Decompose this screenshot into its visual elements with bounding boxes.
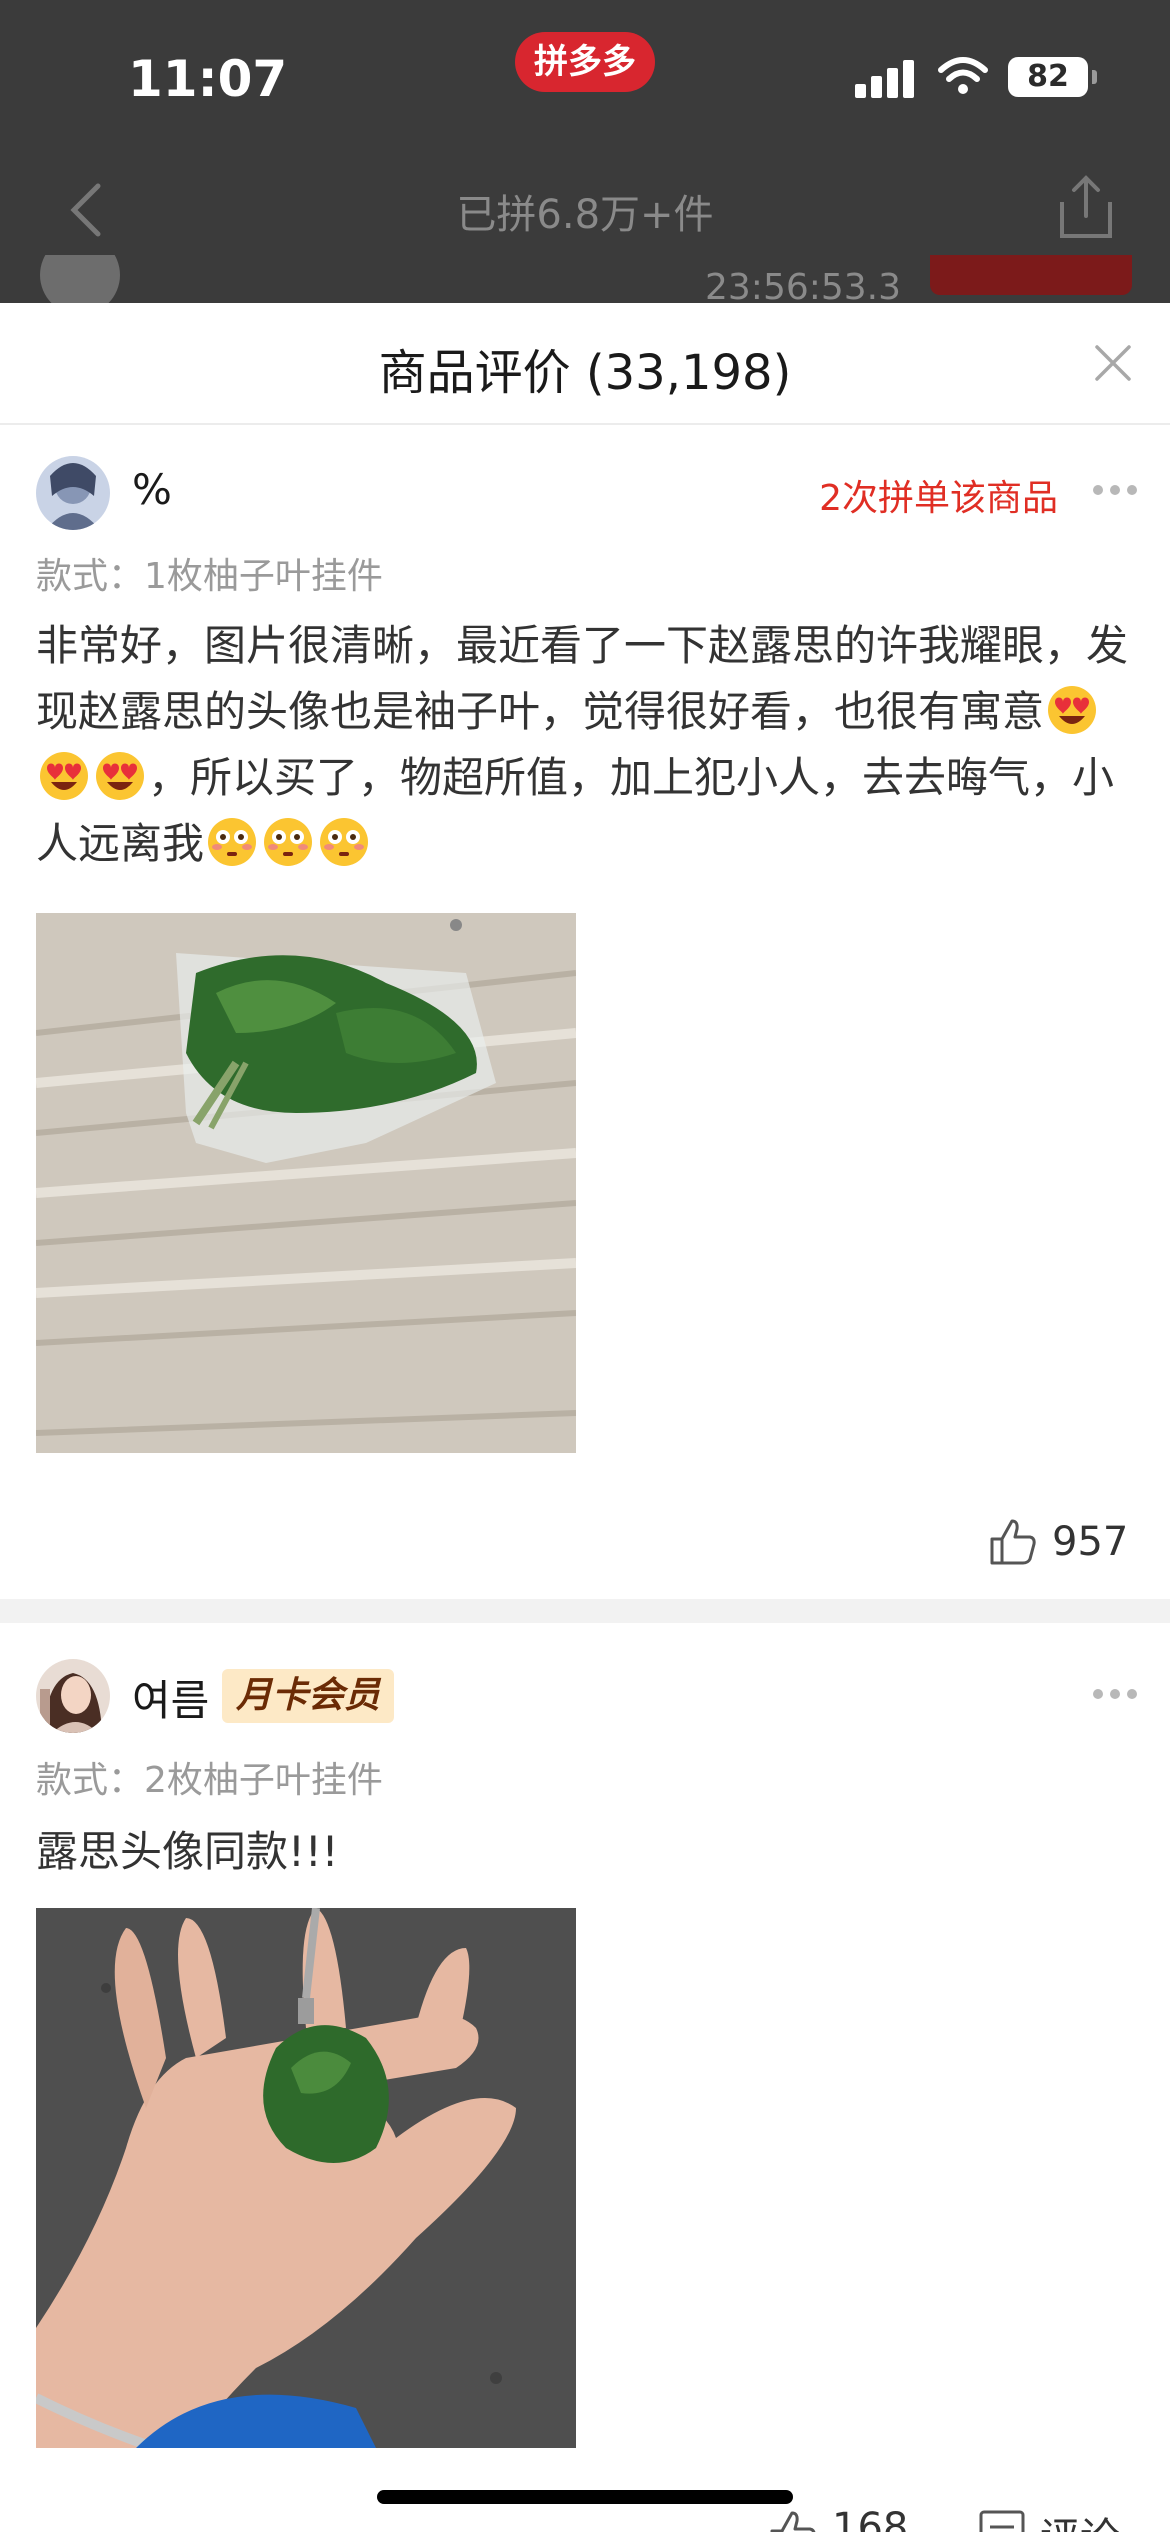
home-indicator[interactable] [377,2490,793,2504]
flushed-emoji [320,818,369,866]
more-icon[interactable] [1093,485,1137,497]
battery-indicator: 82 [1008,57,1097,97]
comment-icon[interactable] [978,2509,1026,2532]
review-photo[interactable] [36,913,576,1453]
reviews-sheet: 商品评价 (33,198) % 2次拼单该商品 款式：1枚柚子叶挂件 非常好，图… [0,303,1170,2532]
flushed-emoji [264,818,313,866]
more-icon[interactable] [1093,1689,1137,1701]
review-text-part: 非常好，图片很清晰，最近看了一下赵露思的许我耀眼，发现赵露思的头像也是袖子叶，觉… [36,621,1129,736]
review-item: % 2次拼单该商品 款式：1枚柚子叶挂件 非常好，图片很清晰，最近看了一下赵露思… [0,303,1170,1599]
like-count: 957 [1052,1519,1129,1565]
heart-eyes-emoji [1048,686,1097,734]
product-style: 款式：2枚柚子叶挂件 [36,1760,383,1801]
heart-eyes-emoji [96,752,144,800]
username: % [132,465,172,514]
avatar [40,255,120,303]
username: 여름 [132,1676,210,1725]
background-group-buy-row: 23:56:53.3 [0,255,1170,303]
member-badge: 月卡会员 [222,1669,395,1723]
review-photo[interactable] [36,1908,576,2448]
status-time: 11:07 [128,50,288,108]
section-divider [0,1599,1170,1623]
product-style: 款式：1枚柚子叶挂件 [36,556,383,597]
countdown-timer: 23:56:53.3 [705,267,902,303]
cellular-signal-icon [855,58,915,98]
like-count: 168 [832,2505,909,2532]
product-nav-bar: 已拼6.8万+件 [0,150,1170,270]
review-text: 非常好，图片很清晰，最近看了一下赵露思的许我耀眼，发现赵露思的头像也是袖子叶，觉… [36,613,1136,877]
heart-eyes-emoji [40,752,88,800]
repeat-purchase-tag: 2次拼单该商品 [819,478,1058,519]
share-icon[interactable] [1050,172,1122,244]
review-text-part: ，所以买了，物超所值，加上犯小人，去去晦气，小人远离我 [36,753,1115,868]
status-bar: 11:07 拼多多 82 [0,0,1170,150]
app-indicator-pill: 拼多多 [515,32,655,92]
like-icon[interactable] [988,1517,1038,1567]
join-group-button [930,255,1132,295]
review-item: 여름 月卡会员 款式：2枚柚子叶挂件 露思头像同款!!! 168 [0,1623,1170,2532]
avatar[interactable] [36,1659,110,1733]
comment-button-label[interactable]: 评论 [1040,2505,1120,2532]
sold-count-title: 已拼6.8万+件 [456,192,714,238]
wifi-icon [938,57,988,94]
like-icon[interactable] [768,2509,818,2532]
avatar[interactable] [36,456,110,530]
flushed-emoji [208,818,257,866]
review-text: 露思头像同款!!! [36,1827,339,1876]
